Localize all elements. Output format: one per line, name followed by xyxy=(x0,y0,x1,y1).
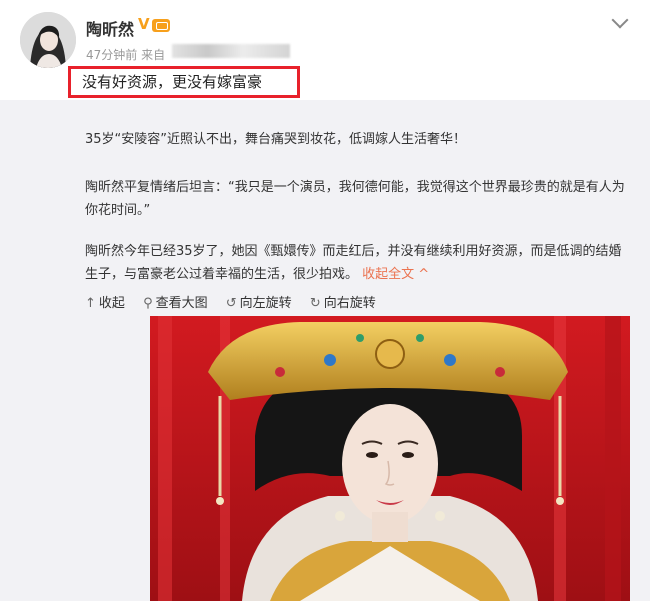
chevron-down-icon[interactable] xyxy=(611,11,629,29)
photo-illustration xyxy=(150,316,630,601)
repost-paragraph-1: 35岁“安陵容”近照认不出，舞台痛哭到妆花，低调嫁人生活奢华！ xyxy=(85,132,467,147)
rotate-right-label: 向右旋转 xyxy=(323,296,376,311)
magnifier-icon: ⚲ xyxy=(143,296,153,311)
collapse-label: 收起 xyxy=(98,296,125,311)
verified-icon: V xyxy=(138,15,150,33)
avatar-portrait xyxy=(20,12,76,68)
rotate-left-label: 向左旋转 xyxy=(239,296,292,311)
image-toolbar: ↑ 收起 ⚲ 查看大图 ↺ 向左旋转 ↻ 向右旋转 xyxy=(85,292,390,311)
rotate-left-icon: ↺ xyxy=(225,296,237,311)
username[interactable]: 陶昕然 xyxy=(86,16,134,40)
view-large-label: 查看大图 xyxy=(155,296,208,311)
rotate-right-button[interactable]: ↻ 向右旋转 xyxy=(310,292,376,311)
post-meta: 47分钟前 来自 xyxy=(86,48,166,62)
post-photo[interactable] xyxy=(150,316,630,601)
rotate-right-icon: ↻ xyxy=(309,296,321,311)
arrow-up-icon: ↑ xyxy=(85,296,96,311)
repost-paragraph-3: 陶昕然今年已经35岁了，她因《甄嬛传》而走红后，并没有继续利用好资源，而是低调的… xyxy=(85,240,630,286)
member-badge-icon xyxy=(152,19,170,32)
repost-paragraph-3-text: 陶昕然今年已经35岁了，她因《甄嬛传》而走红后，并没有继续利用好资源，而是低调的… xyxy=(85,244,622,282)
post-text: 没有好资源，更没有嫁富豪 xyxy=(82,73,263,91)
source-blurred xyxy=(172,44,290,58)
repost-paragraph-2: 陶昕然平复情绪后坦言：“我只是一个演员，我何德何能，我觉得这个世界最珍贵的就是有… xyxy=(85,180,625,218)
rotate-left-button[interactable]: ↺ 向左旋转 xyxy=(226,292,292,311)
view-large-button[interactable]: ⚲ 查看大图 xyxy=(143,292,208,311)
collapse-button[interactable]: ↑ 收起 xyxy=(85,292,125,311)
collapse-full-text-link[interactable]: 收起全文 ^ xyxy=(362,267,429,282)
post-header: 陶昕然 V 47分钟前 来自 没有好资源，更没有嫁富豪 xyxy=(0,0,650,100)
avatar[interactable] xyxy=(20,12,76,68)
